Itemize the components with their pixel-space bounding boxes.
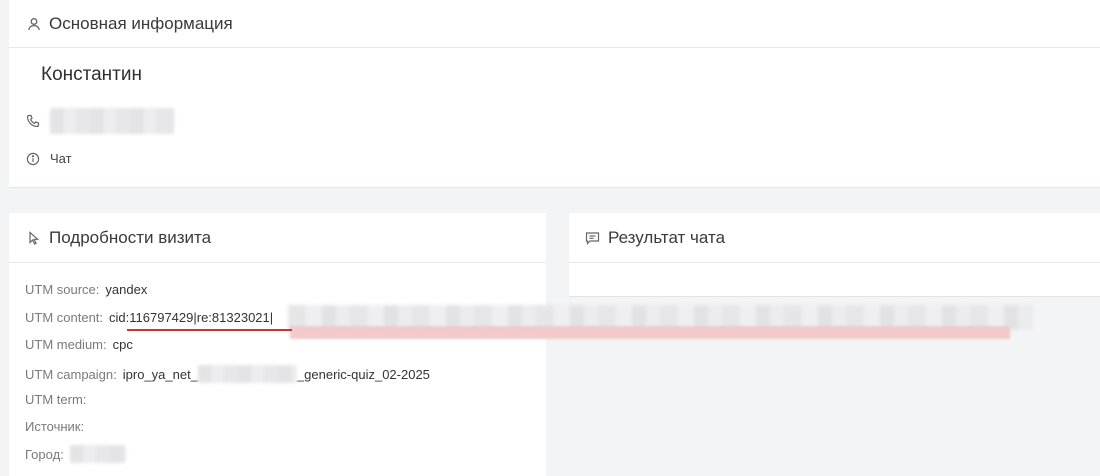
utm-campaign-redacted — [197, 365, 297, 383]
utm-term-row: UTM term: — [25, 392, 92, 407]
chat-result-header: Результат чата — [569, 213, 1100, 263]
info-icon — [26, 152, 40, 166]
city-row: Город: — [25, 445, 126, 463]
source-row: Чат — [26, 151, 72, 166]
source-field-label: Источник: — [25, 419, 85, 434]
utm-campaign-label: UTM campaign: — [25, 366, 117, 382]
visit-details-title: Подробности визита — [49, 227, 212, 247]
utm-content-label: UTM content: — [25, 310, 104, 325]
utm-medium-value: cpc — [112, 337, 133, 352]
main-info-card: Основная информация Константин Чат — [9, 0, 1100, 188]
utm-source-label: UTM source: — [25, 282, 100, 297]
chat-icon — [585, 231, 600, 245]
chat-result-card: Результат чата — [569, 213, 1100, 297]
contact-name: Константин — [41, 64, 142, 85]
main-info-title: Основная информация — [49, 13, 233, 33]
utm-campaign-value-suffix: _generic-quiz_02-2025 — [296, 366, 430, 382]
chat-result-title: Результат чата — [608, 227, 726, 247]
user-icon — [27, 17, 41, 31]
visit-details-card: Подробности визита UTM source: yandex UTM… — [9, 213, 546, 476]
city-value-redacted — [69, 445, 126, 463]
annotation-underline — [127, 329, 292, 331]
highlight-marker — [290, 326, 1010, 339]
utm-term-label: UTM term: — [25, 392, 87, 407]
utm-source-row: UTM source: yandex — [25, 282, 147, 297]
utm-campaign-row: UTM campaign: ipro_ya_net_ _generic-quiz_0… — [25, 365, 430, 383]
main-info-header: Основная информация — [9, 0, 1100, 48]
phone-row — [26, 108, 174, 134]
phone-icon — [26, 114, 40, 128]
utm-medium-row: UTM medium: cpc — [25, 337, 133, 352]
visit-details-header: Подробности визита — [9, 213, 546, 263]
utm-source-value: yandex — [105, 282, 148, 297]
utm-content-row: UTM content: cid:116797429|re:81323021| — [25, 310, 273, 325]
source-label: Чат — [50, 151, 72, 166]
source-field-row: Источник: — [25, 419, 90, 434]
utm-content-value: cid:116797429|re:81323021| — [109, 310, 274, 325]
phone-number-redacted — [50, 108, 174, 134]
utm-campaign-value-prefix: ipro_ya_net_ — [122, 366, 198, 382]
city-label: Город: — [25, 446, 64, 462]
utm-medium-label: UTM medium: — [25, 337, 107, 352]
cursor-icon — [27, 230, 41, 245]
